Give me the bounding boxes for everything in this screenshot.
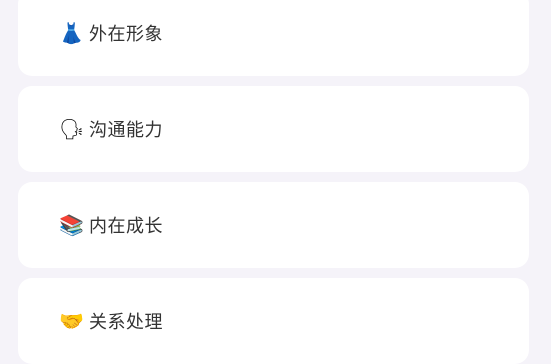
category-label: 沟通能力 (89, 120, 163, 141)
category-item-communication[interactable]: 🗣 沟通能力 (18, 86, 529, 172)
category-list: 👗 外在形象 🗣 沟通能力 📚 内在成长 🤝 关系处理 (0, 0, 551, 364)
speaking-head-icon: 🗣 (59, 117, 85, 141)
category-label: 外在形象 (89, 24, 163, 45)
category-item-inner-growth[interactable]: 📚 内在成长 (18, 182, 529, 268)
category-label: 内在成长 (89, 216, 163, 237)
dress-icon: 👗 (59, 21, 84, 45)
category-item-appearance[interactable]: 👗 外在形象 (18, 0, 529, 76)
category-item-relationships[interactable]: 🤝 关系处理 (18, 278, 529, 364)
handshake-icon: 🤝 (59, 309, 84, 333)
category-label: 关系处理 (89, 312, 163, 333)
books-icon: 📚 (59, 213, 84, 237)
